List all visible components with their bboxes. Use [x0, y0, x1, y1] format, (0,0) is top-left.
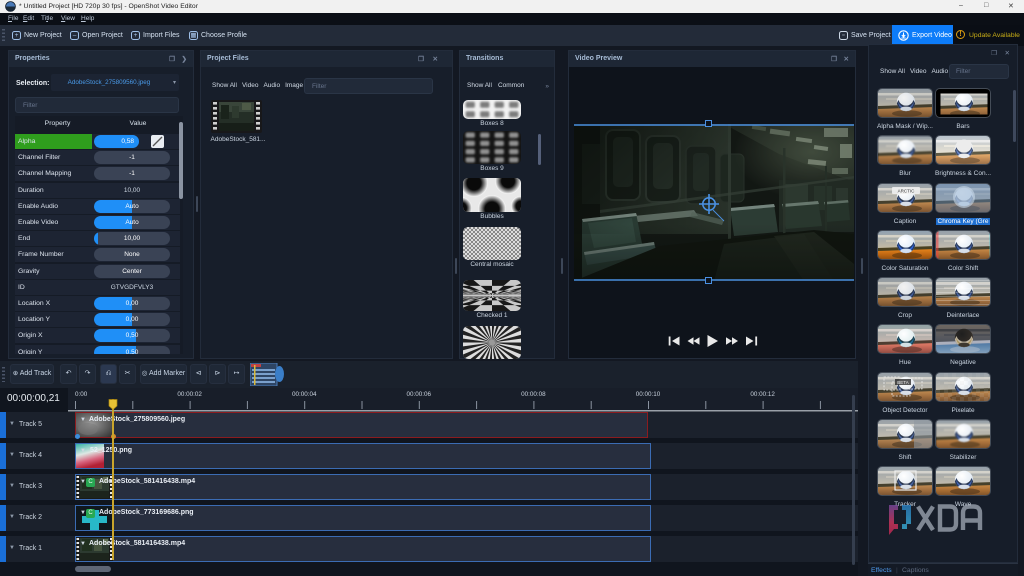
svg-text:00:00:08: 00:00:08	[521, 391, 546, 398]
svg-text:0:00: 0:00	[75, 391, 88, 398]
svg-text:00:00:02: 00:00:02	[177, 391, 202, 398]
svg-text:BETA: BETA	[897, 380, 908, 385]
svg-text:ARCTIC: ARCTIC	[898, 189, 916, 194]
svg-text:00:00:04: 00:00:04	[292, 391, 317, 398]
svg-text:00:00:12: 00:00:12	[750, 391, 775, 398]
svg-text:00:00:10: 00:00:10	[636, 391, 661, 398]
svg-text:00:00:06: 00:00:06	[407, 391, 432, 398]
